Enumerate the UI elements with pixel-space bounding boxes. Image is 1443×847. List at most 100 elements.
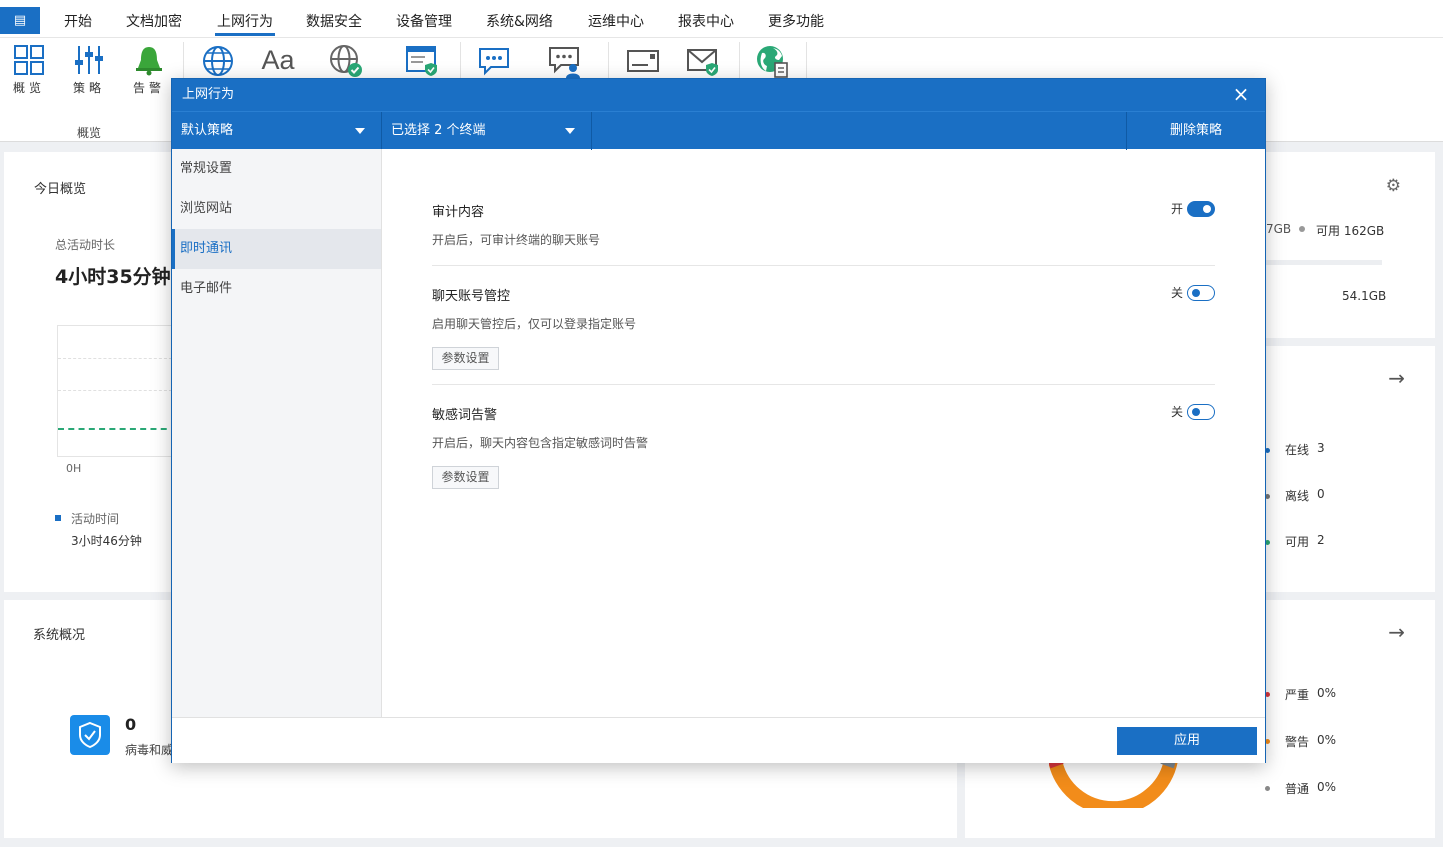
audit-content-state: 开: [1170, 202, 1183, 216]
online-label: 在线: [1285, 443, 1310, 457]
chat-icon: [479, 48, 509, 76]
mail-shield-icon: [687, 49, 718, 76]
browser-shield-icon: [406, 46, 437, 76]
today-overview-title: 今日概览: [34, 182, 87, 197]
chat-account-setting: 聊天账号管控 关 启用聊天管控后，仅可以登录指定账号 参数设置: [432, 285, 1215, 375]
virus-shield-icon: [70, 715, 110, 755]
dialog-toolbar: 默认策略 已选择 2 个终端 删除策略: [172, 111, 1265, 150]
audit-content-toggle-group: 开: [1145, 201, 1215, 217]
chart-average-line: [58, 428, 177, 430]
chat-account-toggle-group: 关: [1145, 285, 1215, 301]
settings-gear-icon[interactable]: ⚙: [1386, 176, 1401, 196]
sensitive-word-title: 敏感词告警: [432, 408, 498, 423]
menu-item-more[interactable]: 更多功能: [768, 0, 824, 38]
audit-content-desc: 开启后，可审计终端的聊天账号: [432, 233, 601, 247]
dialog-footer: 应用: [172, 717, 1265, 763]
sensitive-word-state: 关: [1170, 405, 1183, 419]
ribbon-group-label: 概览: [76, 126, 101, 140]
apply-button[interactable]: 应用: [1117, 727, 1257, 755]
chart-gridline: [58, 390, 177, 391]
disk-available-dot: [1299, 226, 1305, 232]
disk-available: 可用 162GB: [1316, 224, 1385, 238]
warning-label: 警告: [1285, 735, 1310, 749]
chat-account-toggle[interactable]: [1187, 285, 1215, 301]
normal-value: 0%: [1317, 780, 1337, 794]
system-overview-title: 系统概况: [33, 628, 86, 643]
terminal-dropdown-value: 已选择 2 个终端: [391, 123, 486, 138]
audit-content-title: 审计内容: [432, 205, 485, 220]
activity-chart: [57, 325, 177, 457]
dialog-header: 上网行为 ×: [172, 79, 1265, 111]
chat-account-title: 聊天账号管控: [432, 289, 511, 304]
globe-doc-icon: [757, 46, 788, 78]
disk-used-partial: 7GB: [1266, 222, 1292, 236]
policy-dropdown[interactable]: 默认策略: [172, 112, 382, 150]
chevron-down-icon: [565, 128, 575, 134]
virus-label: 病毒和威: [125, 743, 171, 757]
policy-dropdown-value: 默认策略: [181, 123, 234, 138]
chart-gridline: [58, 358, 177, 359]
mail-card-icon: [627, 50, 659, 72]
close-icon[interactable]: ×: [1231, 79, 1251, 111]
globe-check-icon: [330, 45, 362, 77]
audit-content-toggle[interactable]: [1187, 201, 1215, 217]
total-active-value: 4小时35分钟: [55, 266, 171, 288]
alert-arrow-right-icon[interactable]: →: [1388, 620, 1405, 644]
overview-label: 概览: [12, 81, 45, 95]
setting-divider: [432, 384, 1215, 385]
alert-label: 告警: [132, 81, 165, 95]
terminal-arrow-right-icon[interactable]: →: [1388, 366, 1405, 390]
total-active-label: 总活动时长: [55, 238, 116, 252]
dialog-title: 上网行为: [182, 87, 235, 102]
setting-divider: [432, 265, 1215, 266]
alert-button[interactable]: 告警: [122, 42, 176, 102]
delete-policy-button[interactable]: 删除策略: [1126, 112, 1265, 150]
terminal-dropdown[interactable]: 已选择 2 个终端: [382, 112, 592, 150]
menu-bar: ▤ 开始 文档加密 上网行为 数据安全 设备管理 系统&网络 运维中心 报表中心…: [0, 0, 1443, 38]
normal-dot: [1265, 786, 1270, 791]
warning-value: 0%: [1317, 733, 1337, 747]
menu-item-start[interactable]: 开始: [64, 0, 92, 38]
menu-item-device-mgmt[interactable]: 设备管理: [396, 0, 452, 38]
sensitive-word-params-button[interactable]: 参数设置: [432, 466, 499, 489]
chat-user-icon: [549, 47, 580, 78]
menu-item-doc-encrypt[interactable]: 文档加密: [126, 0, 182, 38]
chevron-down-icon: [355, 128, 365, 134]
menu-item-web-behavior[interactable]: 上网行为: [215, 0, 275, 38]
overview-button[interactable]: 概览: [2, 42, 56, 102]
online-value: 3: [1317, 441, 1325, 455]
disk-value: 54.1GB: [1342, 289, 1387, 303]
font-icon: Aa: [261, 45, 295, 75]
menu-item-report-center[interactable]: 报表中心: [678, 0, 734, 38]
sidebar-item-browse-web[interactable]: 浏览网站: [172, 189, 381, 229]
toggle-knob: [1192, 408, 1200, 416]
virus-count: 0: [125, 715, 137, 734]
settings-sidebar: 常规设置 浏览网站 即时通讯 电子邮件: [172, 149, 382, 717]
chat-account-desc: 启用聊天管控后，仅可以登录指定账号: [432, 317, 637, 331]
overview-grid-icon: [14, 45, 44, 75]
available-value: 2: [1317, 533, 1325, 547]
normal-label: 普通: [1285, 782, 1310, 796]
chat-account-state: 关: [1170, 286, 1183, 300]
web-behavior-dialog: 上网行为 × 默认策略 已选择 2 个终端 删除策略 常规设置 浏览网站 即时通…: [171, 78, 1266, 763]
sidebar-item-instant-messaging[interactable]: 即时通讯: [172, 229, 381, 269]
menu-item-data-security[interactable]: 数据安全: [306, 0, 362, 38]
sensitive-word-toggle[interactable]: [1187, 404, 1215, 420]
sidebar-item-general[interactable]: 常规设置: [172, 149, 381, 189]
menu-item-system-network[interactable]: 系统&网络: [486, 0, 553, 38]
available-label: 可用: [1285, 535, 1310, 549]
legend-label: 活动时间: [71, 512, 120, 526]
bell-icon: [136, 47, 162, 76]
policy-label: 策略: [72, 81, 105, 95]
policy-button[interactable]: 策略: [62, 42, 116, 102]
sensitive-word-toggle-group: 关: [1145, 404, 1215, 420]
sensitive-word-setting: 敏感词告警 关 开启后，聊天内容包含指定敏感词时告警 参数设置: [432, 404, 1215, 494]
legend-marker: [55, 515, 61, 521]
toggle-knob: [1203, 205, 1211, 213]
chat-account-params-button[interactable]: 参数设置: [432, 347, 499, 370]
app-menu-button[interactable]: ▤: [0, 7, 40, 34]
globe-icon: [203, 46, 233, 76]
menu-item-ops-center[interactable]: 运维中心: [588, 0, 644, 38]
severe-label: 严重: [1285, 688, 1310, 702]
sidebar-item-email[interactable]: 电子邮件: [172, 269, 381, 309]
